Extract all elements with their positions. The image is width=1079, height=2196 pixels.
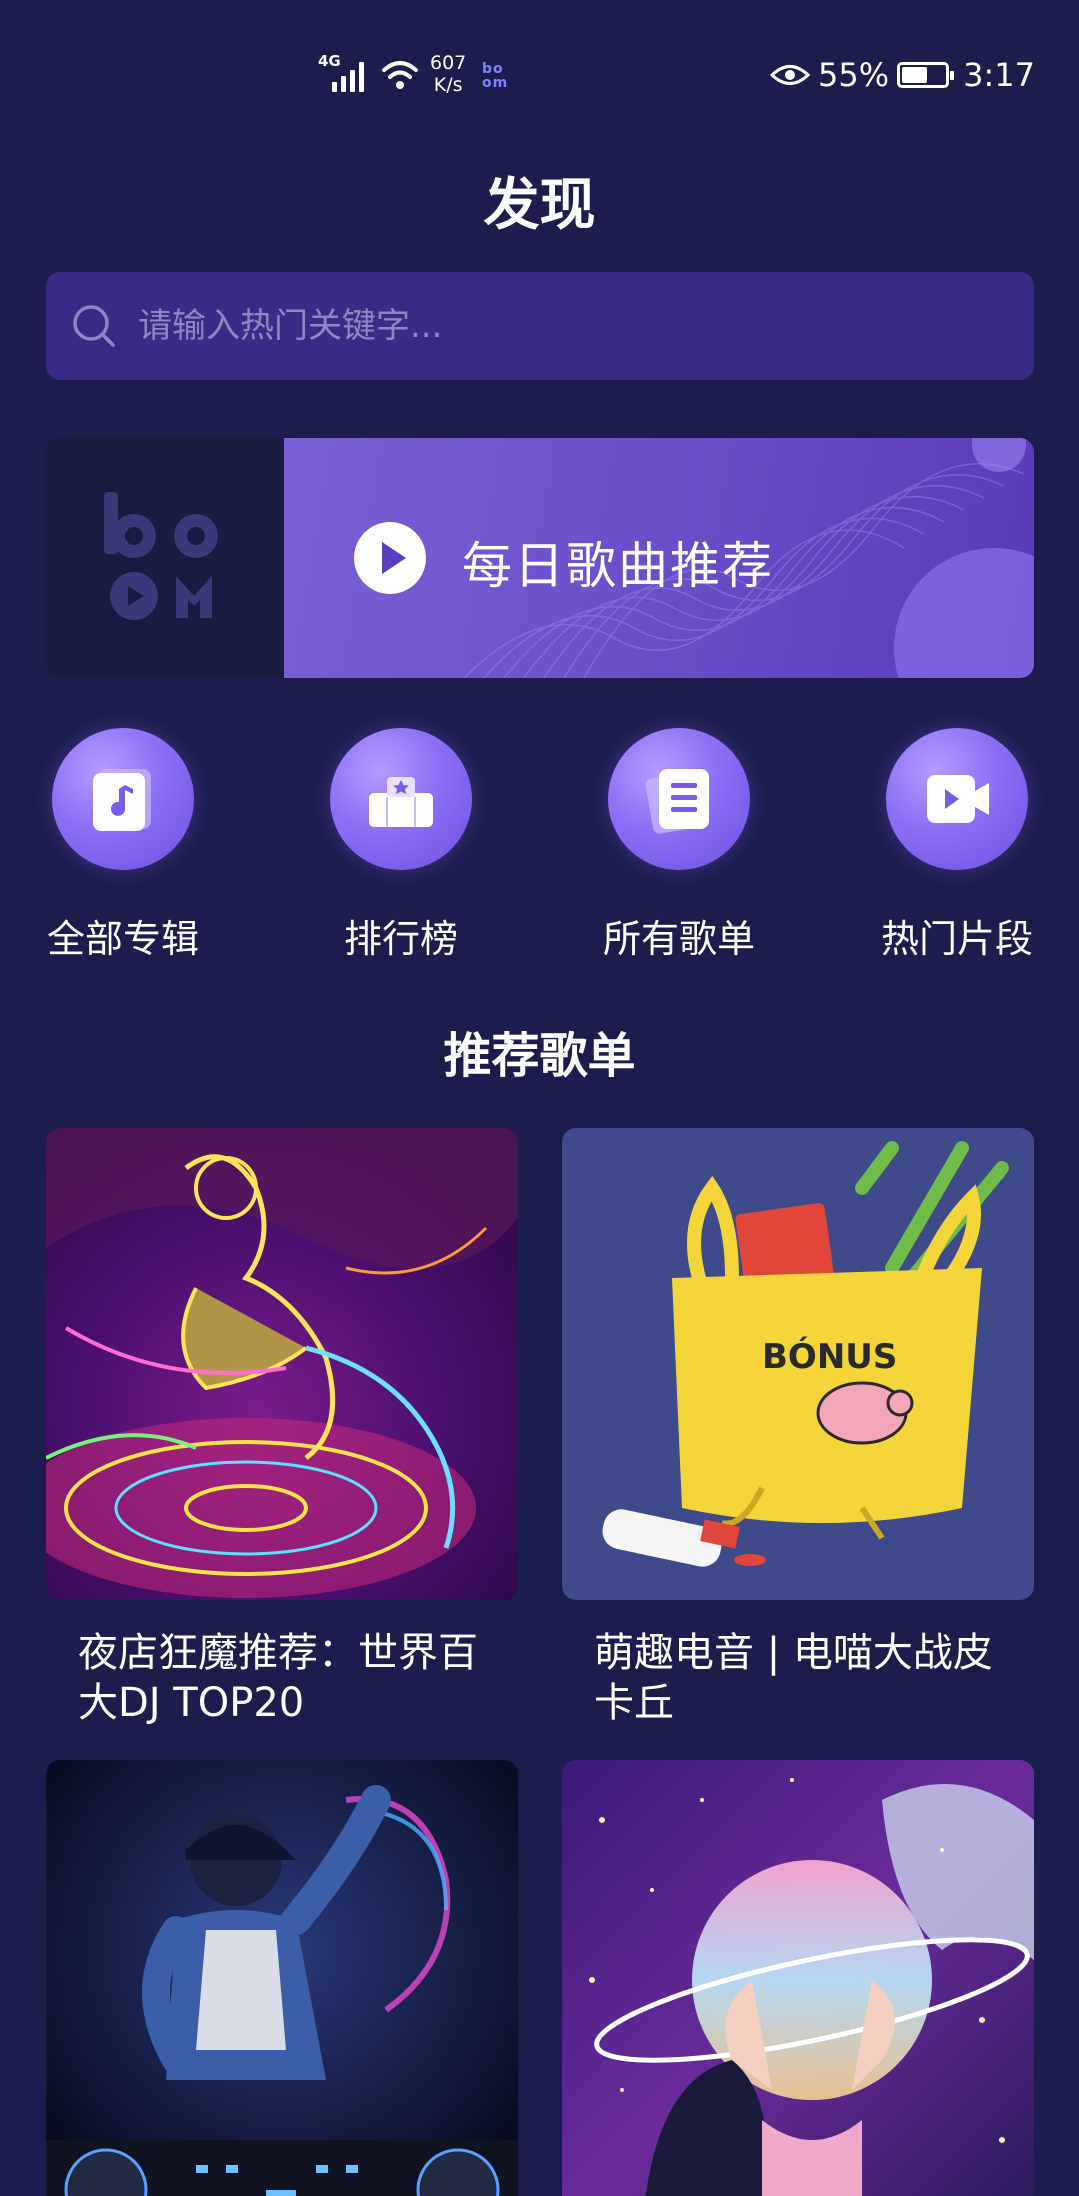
search-icon (73, 305, 115, 347)
nav-icon-circle (886, 728, 1028, 870)
section-title: 推荐歌单 (443, 1028, 636, 1084)
nav-label: 所有歌单 (602, 917, 755, 961)
playlist-title: 夜店狂魔推荐：世界百大DJ TOP20 (78, 1630, 478, 1726)
status-bar: 4G 607 K/s bo om 55% 3:17 (0, 0, 1079, 150)
playlist-title: 萌趣电音 | 电喵大战皮卡丘 (594, 1630, 993, 1726)
playlist-card[interactable]: BÓNUS 萌趣电音 | 电喵大战皮卡丘 (562, 1128, 1034, 1728)
play-button[interactable] (354, 522, 426, 594)
podium-icon (369, 777, 433, 827)
playlist-cover[interactable]: BÓNUS (562, 1128, 1034, 1600)
nav-icon-circle (330, 728, 472, 870)
network-type: 4G (318, 52, 341, 70)
playlist-card[interactable] (562, 1760, 1034, 2196)
nav-icon-circle (52, 728, 194, 870)
wifi-icon (382, 61, 418, 89)
playlist-cover[interactable] (46, 1760, 518, 2196)
nav-icon-circle (608, 728, 750, 870)
speed-value: 607 (430, 52, 467, 74)
playlist-card[interactable]: 夜店狂魔推荐：世界百大DJ TOP20 (46, 1128, 518, 1728)
status-right: 55% 3:17 (770, 56, 1035, 94)
search-input[interactable] (138, 296, 1034, 356)
nav-label: 排行榜 (343, 917, 458, 961)
play-icon (382, 542, 406, 574)
quick-nav: 全部专辑 排行榜 所有歌单 热门片段 (0, 728, 1079, 961)
nav-label: 全部专辑 (46, 917, 199, 961)
app-notification-icon: bo om (482, 61, 509, 91)
dj-performer-artwork (46, 1760, 518, 2196)
banner-panel: 每日歌曲推荐 (284, 438, 1034, 678)
video-icon (927, 775, 989, 823)
network-speed: 607 K/s (430, 52, 466, 96)
nav-hot-clips[interactable]: 热门片段 (862, 728, 1052, 963)
network-indicator: 4G (318, 52, 420, 92)
svg-text:BÓNUS: BÓNUS (762, 1336, 897, 1377)
eye-comfort-icon (770, 65, 811, 85)
nav-charts[interactable]: 排行榜 (306, 728, 496, 963)
nav-label: 热门片段 (880, 917, 1033, 961)
daily-recommend-banner[interactable]: 每日歌曲推荐 (46, 438, 1034, 678)
galaxy-planet-artwork (562, 1760, 1034, 2196)
speed-unit: K/s (433, 74, 463, 96)
battery-icon (897, 62, 955, 88)
playlist-icon (645, 769, 709, 834)
music-note-icon (93, 769, 151, 831)
neon-dj-artwork (46, 1128, 518, 1600)
playlist-card[interactable] (46, 1760, 518, 2196)
playlist-cover[interactable] (562, 1760, 1034, 2196)
banner-label: 每日歌曲推荐 (462, 537, 774, 595)
nav-all-albums[interactable]: 全部专辑 (28, 728, 218, 963)
page-title: 发现 (483, 173, 596, 238)
banner-logo-panel (46, 438, 284, 678)
yellow-bag-bonus-artwork: BÓNUS (562, 1128, 1034, 1600)
boom-logo (104, 492, 218, 620)
battery-fill (902, 67, 928, 83)
battery-percent: 55% (818, 56, 890, 94)
playlist-cover[interactable] (46, 1128, 518, 1600)
search-bar[interactable] (46, 272, 1034, 380)
nav-all-playlists[interactable]: 所有歌单 (584, 728, 774, 963)
discover-page: 4G 607 K/s bo om 55% 3:17 发现 请输入热门关键字...… (0, 0, 1079, 2196)
clock: 3:17 (963, 56, 1035, 94)
